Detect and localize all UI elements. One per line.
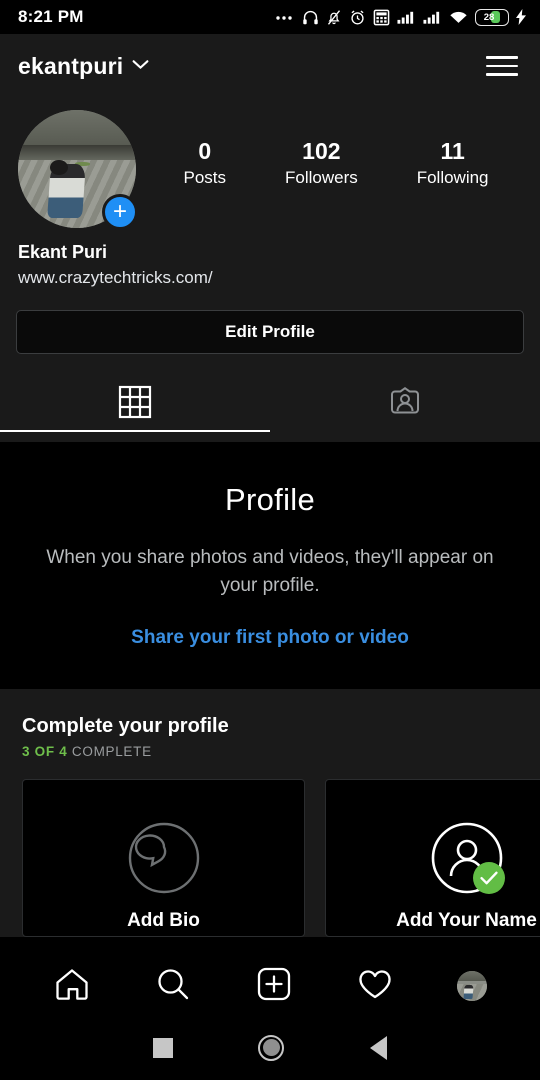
nav-create[interactable] xyxy=(255,965,293,1008)
profile-stats: 0 Posts 102 Followers 11 Following xyxy=(136,110,522,188)
progress-word: COMPLETE xyxy=(71,744,152,760)
profile-full-name: Ekant Puri xyxy=(18,242,108,262)
posts-count: 0 xyxy=(198,138,212,164)
tab-grid[interactable] xyxy=(0,372,270,432)
chevron-down-icon[interactable] xyxy=(132,57,149,75)
username-label: ekantpuri xyxy=(18,52,124,79)
progress-count: 3 OF 4 xyxy=(22,744,68,760)
heart-icon xyxy=(356,965,394,1008)
card-add-your-name[interactable]: Add Your Name xyxy=(325,779,540,938)
stat-following[interactable]: 11 Following xyxy=(417,138,489,188)
empty-title: Profile xyxy=(225,482,315,517)
status-bar: 8:21 PM 28 xyxy=(0,0,540,34)
nav-activity[interactable] xyxy=(356,965,394,1008)
hamburger-menu-icon[interactable] xyxy=(486,56,518,76)
bottom-navigation xyxy=(0,957,540,1015)
tab-tagged[interactable] xyxy=(270,372,540,432)
card-add-your-name-label: Add Your Name xyxy=(396,910,537,932)
following-label: Following xyxy=(416,168,489,188)
headphones-icon xyxy=(302,9,319,26)
status-icon-tray: 28 xyxy=(275,8,526,26)
followers-count: 102 xyxy=(302,138,341,164)
more-dots-icon xyxy=(275,10,295,24)
plus-square-icon xyxy=(255,965,293,1008)
grid-icon xyxy=(117,384,153,420)
profile-tabs xyxy=(0,372,540,432)
android-home-button[interactable] xyxy=(258,1034,285,1061)
followers-label: Followers xyxy=(284,168,358,188)
search-icon xyxy=(154,965,192,1008)
posts-label: Posts xyxy=(183,168,227,188)
charging-bolt-icon xyxy=(516,9,526,25)
stat-posts[interactable]: 0 Posts xyxy=(183,138,226,188)
card-add-bio-label: Add Bio xyxy=(127,910,200,932)
complete-profile-section: Complete your profile 3 OF 4 COMPLETE Ad… xyxy=(0,689,540,938)
person-icon xyxy=(423,814,511,902)
nav-home[interactable] xyxy=(53,965,91,1008)
speech-bubble-icon xyxy=(120,814,208,902)
app-header: ekantpuri xyxy=(0,34,540,98)
battery-indicator: 28 xyxy=(475,8,509,26)
signal-bars-2-icon xyxy=(423,10,442,25)
profile-avatar-icon xyxy=(456,971,487,1001)
nav-profile[interactable] xyxy=(456,971,487,1001)
username-switcher[interactable]: ekantpuri xyxy=(18,53,149,80)
complete-progress: 3 OF 4 COMPLETE xyxy=(0,738,540,759)
complete-profile-title: Complete your profile xyxy=(22,715,229,738)
triangle-back-icon xyxy=(370,1035,388,1060)
calculator-icon xyxy=(373,9,390,26)
profile-row: + 0 Posts 102 Followers 11 Following xyxy=(0,98,540,230)
wifi-icon xyxy=(449,10,468,25)
empty-body: When you share photos and videos, they'l… xyxy=(46,547,494,596)
avatar[interactable]: + xyxy=(18,110,138,230)
card-complete-check-icon xyxy=(472,862,505,895)
android-navigation-bar xyxy=(0,1015,540,1080)
battery-percent-label: 28 xyxy=(483,11,495,23)
circle-icon xyxy=(258,1034,285,1061)
phone-screen: 8:21 PM 28 ekantpuri + 0 Posts 102 Follo… xyxy=(0,0,540,1080)
share-first-photo-link[interactable]: Share your first photo or video xyxy=(30,627,510,649)
nav-search[interactable] xyxy=(154,965,192,1008)
card-add-bio[interactable]: Add Bio xyxy=(22,779,305,938)
profile-summary: + 0 Posts 102 Followers 11 Following Eka… xyxy=(0,98,540,442)
bell-muted-icon xyxy=(326,9,342,26)
signal-bars-1-icon xyxy=(397,10,416,25)
square-icon xyxy=(152,1037,173,1058)
android-back-button[interactable] xyxy=(370,1035,388,1060)
profile-website-link[interactable]: www.crazytechtricks.com/ xyxy=(18,268,522,288)
profile-bio: Ekant Puri www.crazytechtricks.com/ xyxy=(0,228,540,288)
active-tab-underline xyxy=(0,429,270,432)
empty-profile-state: Profile When you share photos and videos… xyxy=(0,442,540,690)
tagged-person-icon xyxy=(387,384,423,420)
stat-followers[interactable]: 102 Followers xyxy=(285,138,358,188)
status-clock: 8:21 PM xyxy=(18,7,84,26)
complete-profile-cards: Add Bio Add Your Name xyxy=(0,759,540,938)
edit-profile-button[interactable]: Edit Profile xyxy=(16,310,524,354)
android-recents-button[interactable] xyxy=(152,1037,173,1058)
add-story-button[interactable]: + xyxy=(102,194,138,230)
home-icon xyxy=(53,965,91,1008)
alarm-clock-icon xyxy=(349,9,366,26)
following-count: 11 xyxy=(440,138,465,164)
